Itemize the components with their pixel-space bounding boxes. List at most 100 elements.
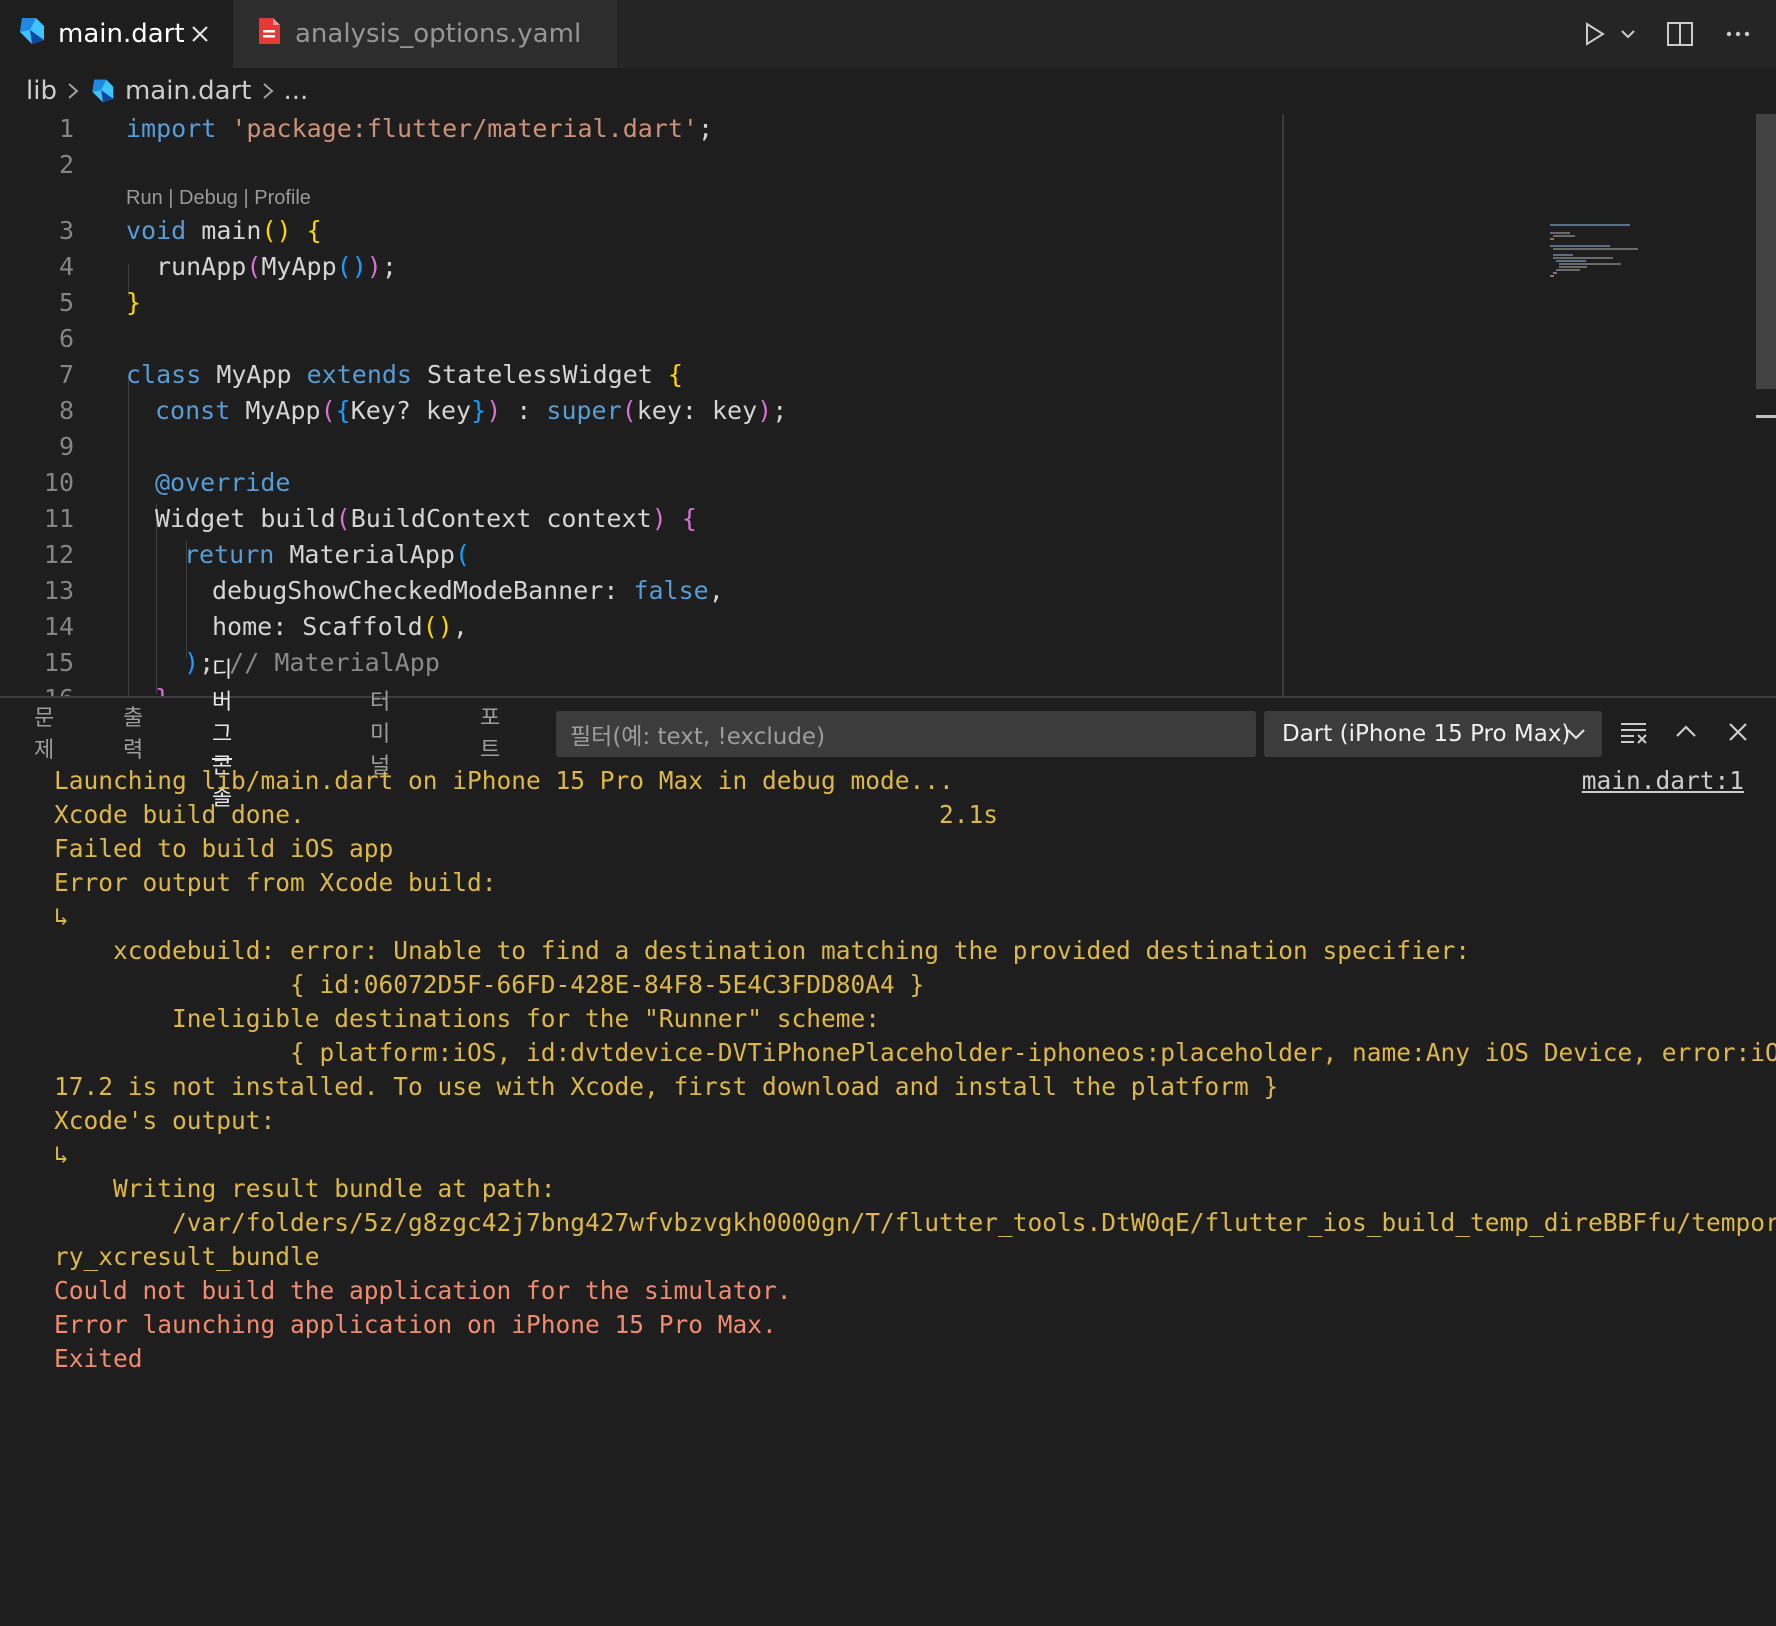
- token: (): [422, 612, 453, 641]
- line-number: 7: [58, 360, 74, 389]
- token: ;: [772, 396, 788, 425]
- token: ): [651, 504, 667, 533]
- console-line: 17.2 is not installed. To use with Xcode…: [54, 1072, 1279, 1101]
- maximize-panel-icon[interactable]: [1666, 712, 1706, 752]
- line-number: 5: [58, 288, 74, 317]
- line-number: 2: [58, 150, 74, 179]
- line-number: 1: [58, 114, 74, 143]
- debug-session-select[interactable]: Dart (iPhone 15 Pro Max): [1264, 711, 1602, 757]
- token: super: [546, 396, 622, 425]
- dart-icon: [16, 16, 46, 53]
- close-tab-icon[interactable]: [185, 19, 215, 49]
- console-line: Exited: [54, 1344, 143, 1373]
- token: ): [366, 252, 382, 281]
- session-label: Dart (iPhone 15 Pro Max): [1282, 721, 1571, 747]
- code-line-4: runApp(MyApp());: [156, 252, 397, 281]
- bottom-panel: 문제 출력 디버그 콘솔 터미널 포트 필터(예: text, !exclude…: [0, 658, 1776, 1626]
- token: MyApp: [261, 252, 337, 281]
- clear-console-icon[interactable]: [1614, 712, 1654, 752]
- token: ,: [452, 612, 468, 641]
- console-line: Failed to build iOS app: [54, 834, 394, 863]
- code-editor[interactable]: 1 import 'package:flutter/material.dart'…: [0, 114, 1776, 696]
- token: MyApp: [230, 396, 321, 425]
- split-editor-icon[interactable]: [1660, 14, 1700, 54]
- code-line-13: debugShowCheckedModeBanner: false,: [212, 576, 724, 605]
- tab-terminal[interactable]: 터미널: [370, 690, 390, 779]
- console-line: ry_xcresult_bundle: [54, 1242, 320, 1271]
- code-line-1: import 'package:flutter/material.dart';: [126, 114, 713, 143]
- token: {: [335, 396, 351, 425]
- run-icon[interactable]: [1574, 14, 1614, 54]
- more-icon[interactable]: [1718, 14, 1758, 54]
- token: // MaterialApp: [229, 648, 440, 677]
- breadcrumb-symbol[interactable]: ...: [284, 76, 309, 106]
- tab-problems[interactable]: 문제: [34, 698, 54, 766]
- tab-label: analysis_options.yaml: [295, 19, 582, 49]
- codelens-run-debug-profile[interactable]: Run | Debug | Profile: [126, 187, 311, 210]
- tab-label: main.dart: [58, 19, 185, 49]
- editor-actions: [1574, 0, 1776, 68]
- chevron-right-icon: [260, 81, 276, 101]
- console-filter-input[interactable]: 필터(예: text, !exclude): [556, 711, 1256, 757]
- token: :: [501, 396, 547, 425]
- console-line: { id:06072D5F-66FD-428E-84F8-5E4C3FDD80A…: [54, 970, 925, 999]
- indent-guide: [128, 376, 129, 696]
- console-line: Xcode build done. 2.1s: [54, 800, 999, 829]
- tab-debug-console[interactable]: 디버그 콘솔: [212, 658, 233, 811]
- token: debugShowCheckedModeBanner:: [212, 576, 634, 605]
- chevron-down-icon[interactable]: [1614, 14, 1642, 54]
- tab-analysis-options[interactable]: analysis_options.yaml: [233, 0, 617, 68]
- line-number: 16: [0, 684, 74, 696]
- token: Key? key: [350, 396, 472, 425]
- token: const: [155, 396, 231, 425]
- tab-output[interactable]: 출력: [123, 698, 143, 766]
- token: ;: [697, 114, 714, 143]
- close-panel-icon[interactable]: [1718, 712, 1758, 752]
- dart-icon: [89, 78, 115, 104]
- token: (): [336, 252, 367, 281]
- token: extends: [306, 360, 412, 389]
- breadcrumb-file[interactable]: main.dart: [125, 76, 252, 106]
- tab-label: 포트: [480, 706, 501, 763]
- line-number: 4: [58, 252, 74, 281]
- token: Widget build: [155, 504, 336, 533]
- console-line: Could not build the application for the …: [54, 1276, 792, 1305]
- chevron-down-icon: [1562, 720, 1590, 748]
- console-line: Writing result bundle at path:: [54, 1174, 556, 1203]
- console-line: ↳: [54, 1140, 69, 1169]
- yaml-file-icon: [255, 16, 283, 53]
- console-line: { platform:iOS, id:dvtdevice-DVTiPhonePl…: [54, 1038, 1776, 1067]
- minimap[interactable]: [1550, 224, 1650, 294]
- chevron-right-icon: [65, 81, 81, 101]
- token: (: [335, 504, 351, 533]
- scrollbar-cursor-marker: [1756, 415, 1776, 418]
- line-number: 10: [43, 468, 74, 497]
- console-line: Error output from Xcode build:: [54, 868, 497, 897]
- filter-placeholder: 필터(예: text, !exclude): [570, 724, 826, 750]
- line-number: 11: [43, 504, 74, 533]
- code-line-10: @override: [155, 468, 290, 497]
- tab-main-dart[interactable]: main.dart: [0, 0, 233, 68]
- line-number: 6: [58, 324, 74, 353]
- token: {: [667, 360, 683, 389]
- code-line-3: void main() {: [126, 216, 322, 245]
- breadcrumb-folder[interactable]: lib: [26, 76, 57, 106]
- line-number: 8: [58, 396, 74, 425]
- token: main: [186, 216, 262, 245]
- console-line: /var/folders/5z/g8zgc42j7bng427wfvbzvgkh…: [54, 1208, 1776, 1237]
- console-line: Launching lib/main.dart on iPhone 15 Pro…: [54, 766, 954, 795]
- token: ): [757, 396, 773, 425]
- console-line: ↳: [54, 902, 69, 931]
- tab-ports[interactable]: 포트: [480, 698, 500, 766]
- source-location-link[interactable]: main.dart:1: [1582, 764, 1744, 798]
- console-line: Xcode's output:: [54, 1106, 276, 1135]
- console-line: Ineligible destinations for the "Runner"…: [54, 1004, 881, 1033]
- token: import: [126, 114, 217, 143]
- code-line-8: const MyApp({Key? key}) : super(key: key…: [155, 396, 787, 425]
- token: ;: [381, 252, 397, 281]
- editor-scrollbar[interactable]: [1756, 114, 1776, 389]
- code-line-11: Widget build(BuildContext context) {: [155, 504, 697, 533]
- token: (): [261, 216, 292, 245]
